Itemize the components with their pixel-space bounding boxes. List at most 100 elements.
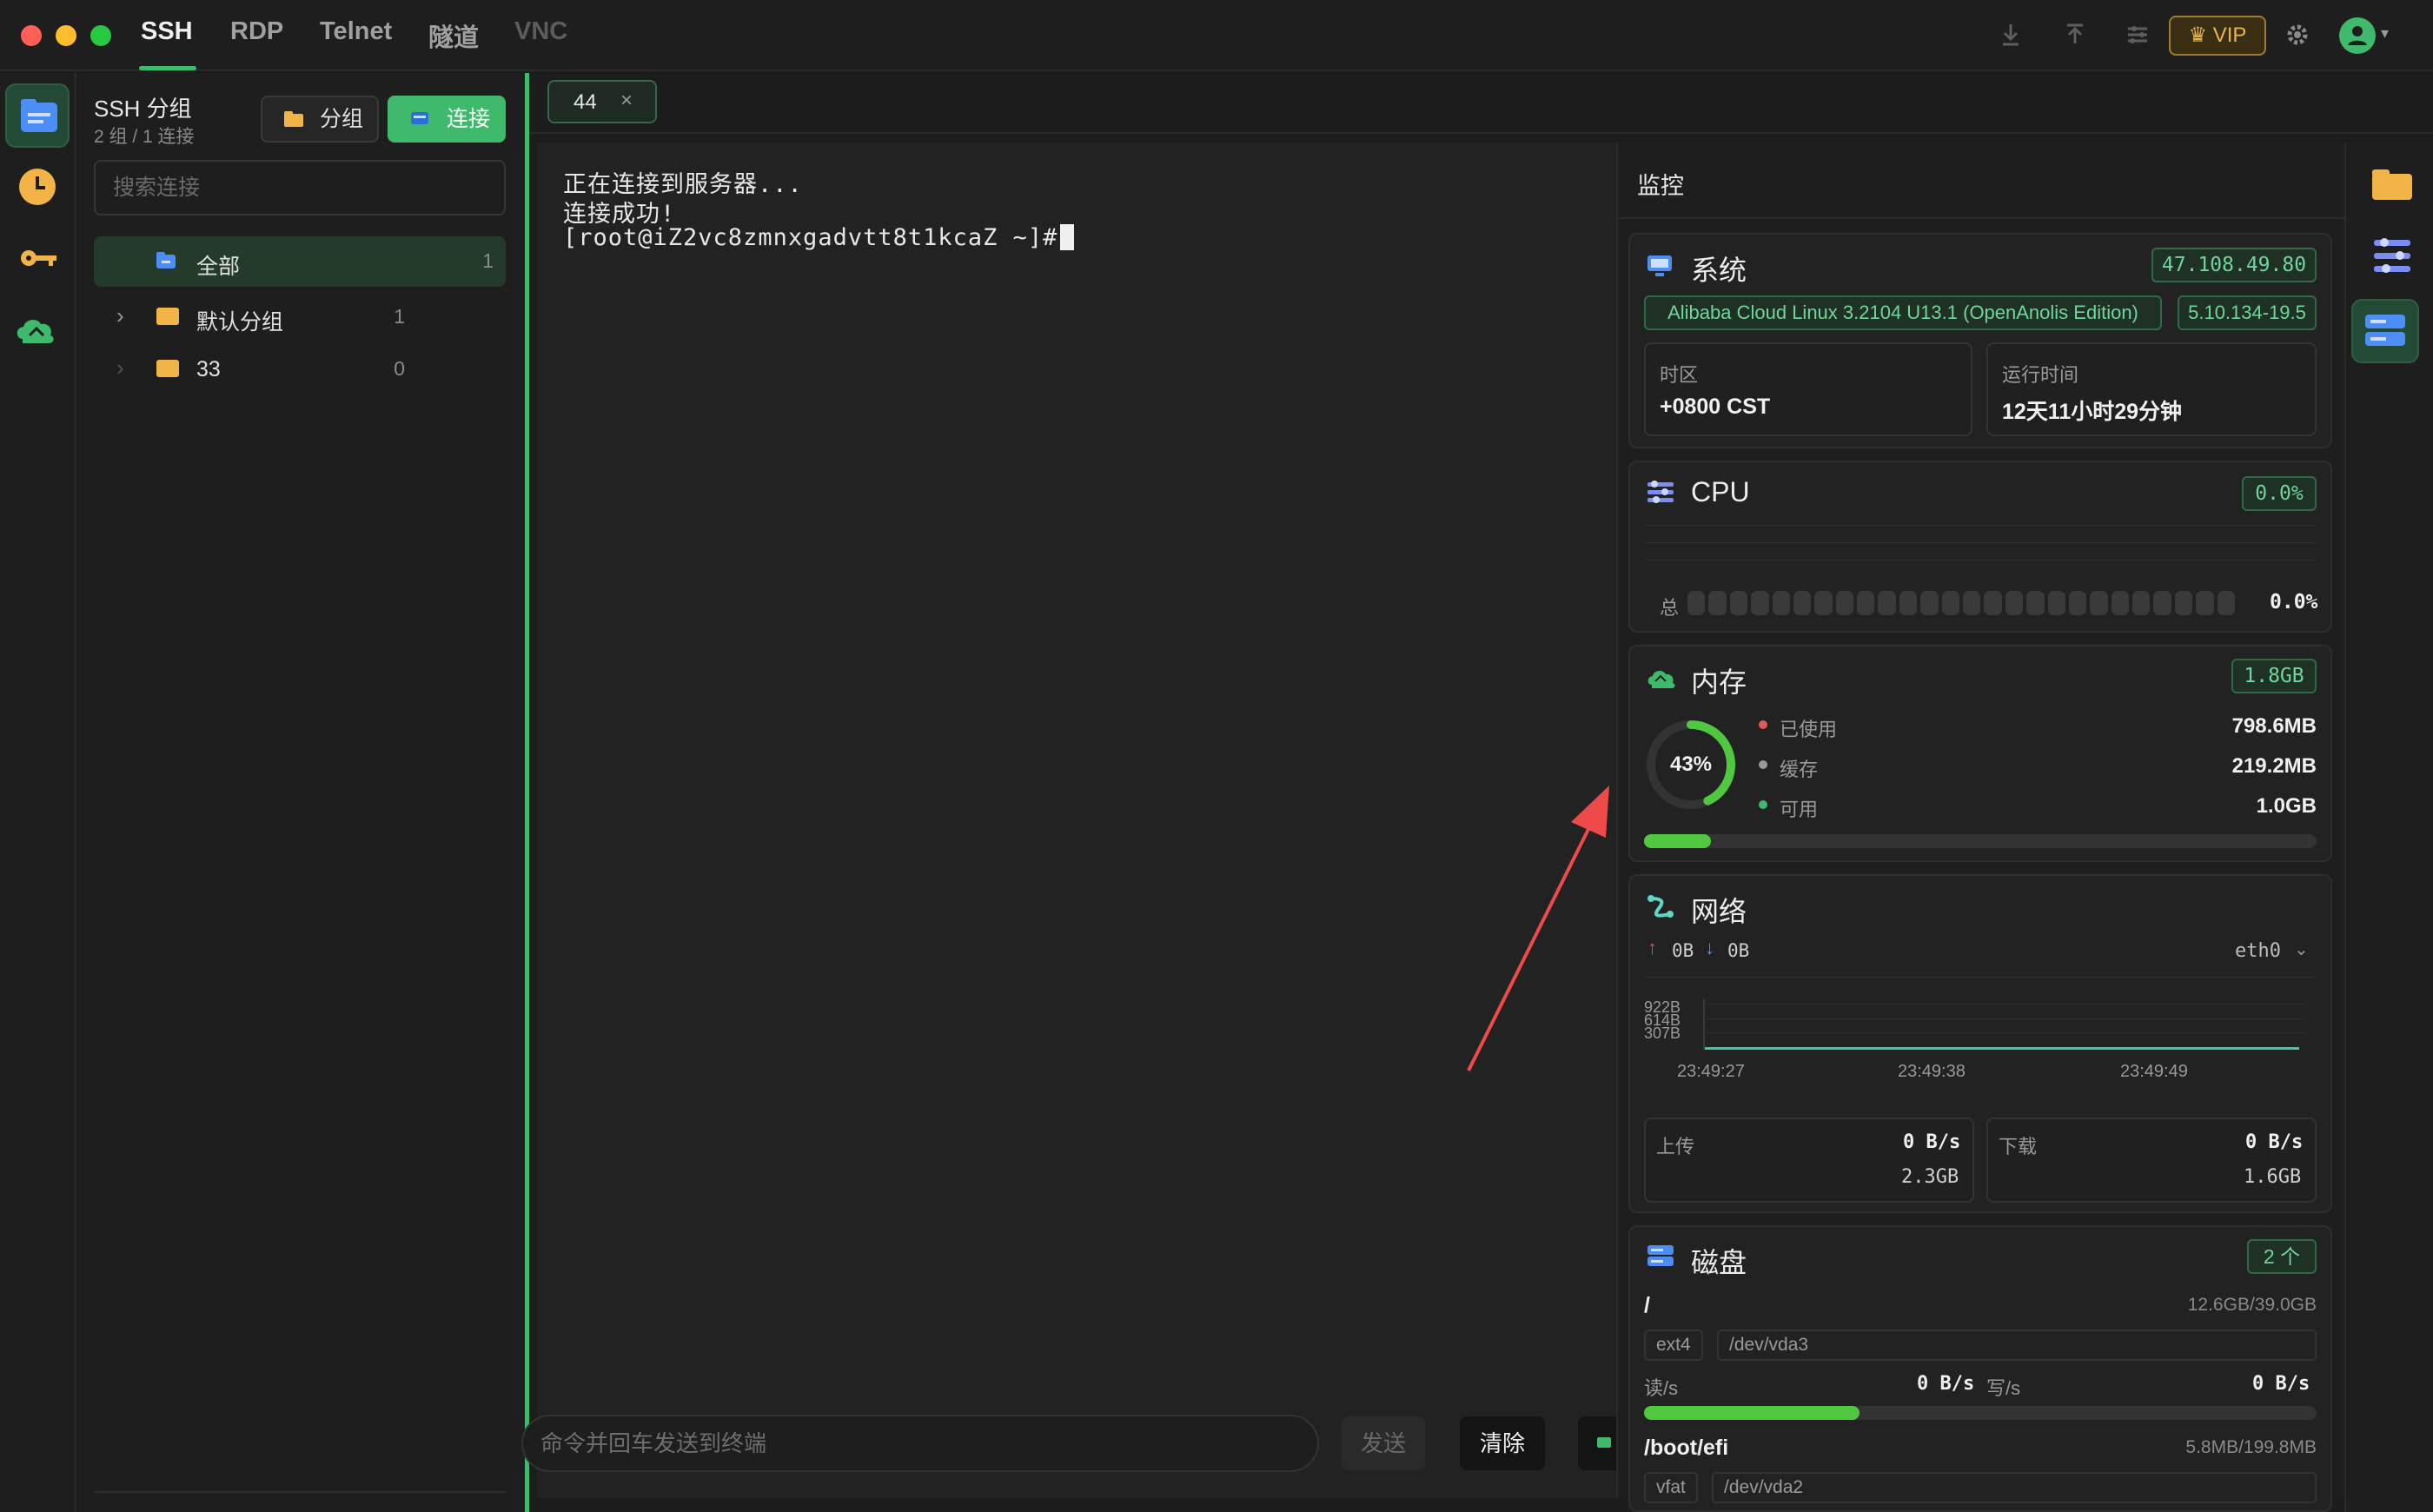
folder-icon	[2372, 169, 2412, 200]
rail-connections-button[interactable]	[5, 83, 70, 148]
cpu-meter-segment	[1835, 591, 1854, 615]
timezone-label: 时区	[1660, 364, 1699, 386]
cpu-meter-segment	[2047, 591, 2065, 615]
send-button[interactable]: 发送	[1342, 1416, 1425, 1470]
cpu-meter-segment	[2132, 591, 2151, 615]
cpu-meter-segment	[1984, 591, 2002, 615]
tab-ssh[interactable]: SSH	[141, 17, 193, 46]
upload-icon[interactable]	[2059, 19, 2091, 50]
memory-total-badge: 1.8GB	[2231, 659, 2317, 693]
disk-write-label: 写/s	[1986, 1377, 2021, 1399]
new-connection-button[interactable]: 连接	[388, 96, 506, 143]
os-badge: Alibaba Cloud Linux 3.2104 U13.1 (OpenAn…	[1644, 295, 2162, 330]
cpu-meter-segment	[1963, 591, 1981, 615]
disk-read-label: 读/s	[1644, 1377, 1679, 1399]
session-tab[interactable]	[547, 80, 657, 123]
screen-icon	[1597, 1437, 1611, 1448]
tab-vnc[interactable]: VNC	[514, 17, 567, 46]
cloud-sync-icon	[17, 319, 54, 343]
upload-label: 上传	[1656, 1136, 1695, 1157]
cpu-meter-segment	[1878, 591, 1896, 615]
server-connect-icon	[411, 112, 428, 124]
tree-item-default-group[interactable]: › 默认分组 1	[94, 292, 506, 342]
cpu-meter-segment	[2196, 591, 2214, 615]
cpu-meter-segment	[2068, 591, 2087, 615]
disk-mount: /	[1644, 1293, 1650, 1317]
close-window-button[interactable]	[21, 25, 42, 46]
y-tick-label: 307B	[1644, 1025, 1681, 1042]
monitor-screen-icon	[1647, 255, 1672, 276]
tree-item-label: 全部	[196, 255, 241, 279]
folder-all-icon	[156, 252, 176, 269]
traffic-series-line	[1705, 1047, 2299, 1050]
cpu-meter-segment	[1687, 591, 1706, 615]
minimize-window-button[interactable]	[56, 25, 76, 46]
cpu-meter-segment	[2217, 591, 2235, 615]
tree-item-group-33[interactable]: › 33 0	[94, 344, 506, 395]
cpu-sliders-icon	[1647, 481, 1674, 503]
device-tag: /dev/vda2	[1712, 1472, 2317, 1503]
folder-icon	[156, 360, 179, 377]
sliders-icon[interactable]	[2122, 19, 2153, 50]
close-tab-icon[interactable]: ×	[620, 89, 633, 113]
download-rate: 0 B/s	[2245, 1131, 2304, 1153]
tree-item-label: 默认分组	[196, 310, 284, 335]
chevron-down-icon[interactable]: ⌄	[2294, 938, 2309, 960]
disk-write-value: 0 B/s	[2252, 1373, 2310, 1395]
chevron-right-icon[interactable]: ›	[116, 302, 124, 329]
sftp-files-button[interactable]	[2360, 153, 2424, 217]
upload-box	[1644, 1117, 1974, 1203]
x-tick-label: 23:49:27	[1677, 1062, 1745, 1081]
user-avatar-icon[interactable]	[2339, 17, 2376, 54]
disk-read-value: 0 B/s	[1917, 1373, 1975, 1395]
clear-button[interactable]: 清除	[1460, 1416, 1545, 1470]
tree-item-count: 0	[394, 357, 405, 380]
search-connections-input[interactable]	[94, 160, 506, 216]
vip-label: VIP	[2212, 23, 2247, 47]
memory-percent-label: 43%	[1669, 753, 1713, 776]
monitor-tool-button[interactable]	[2351, 299, 2419, 363]
terminal-view[interactable]	[537, 143, 1616, 1498]
memory-cache-label: 缓存	[1780, 759, 1819, 780]
tab-tunnel[interactable]: 隧道	[428, 17, 479, 54]
download-total: 1.6GB	[2244, 1166, 2302, 1188]
panel-resize-handle[interactable]	[525, 73, 529, 1512]
terminal-cursor	[1060, 224, 1074, 250]
tree-item-count: 1	[394, 305, 405, 328]
tab-rdp[interactable]: RDP	[230, 17, 283, 46]
cpu-meter-segment	[2090, 591, 2108, 615]
interface-select[interactable]: eth0	[2235, 940, 2281, 962]
disk-usage-bar-fill	[1644, 1406, 1860, 1420]
network-title: 网络	[1691, 896, 1747, 927]
sliders-icon	[2374, 238, 2410, 273]
rail-sync-button[interactable]	[5, 297, 70, 361]
chevron-right-icon[interactable]: ›	[116, 355, 124, 381]
used-dot-icon	[1759, 720, 1767, 729]
chart-y-axis	[1703, 999, 1705, 1050]
memory-usage-bar-fill	[1644, 834, 1712, 848]
download-box	[1986, 1117, 2317, 1203]
cpu-meter-segment	[2111, 591, 2130, 615]
chevron-down-icon[interactable]: ▾	[2381, 24, 2389, 43]
cache-dot-icon	[1759, 760, 1767, 769]
more-button[interactable]	[1578, 1416, 1616, 1470]
download-icon[interactable]	[1995, 19, 2026, 50]
memory-free-value: 1.0GB	[2256, 794, 2317, 818]
cpu-meter-segment	[1751, 591, 1769, 615]
tab-telnet[interactable]: Telnet	[320, 17, 392, 46]
sliders-tool-button[interactable]	[2360, 224, 2424, 288]
add-group-button[interactable]: 分组	[261, 96, 379, 143]
rail-history-button[interactable]	[5, 155, 70, 219]
command-input[interactable]	[521, 1415, 1319, 1472]
cpu-total-label: 总	[1660, 597, 1680, 619]
cpu-meter-segment	[1793, 591, 1812, 615]
grid-line	[1644, 525, 2317, 526]
active-tab-indicator	[139, 66, 196, 70]
vip-button[interactable]: ♛ VIP	[2169, 16, 2266, 56]
tree-item-all[interactable]: 全部 1	[94, 236, 506, 287]
cpu-meter-segment	[1899, 591, 1918, 615]
ip-badge: 47.108.49.80	[2151, 248, 2317, 282]
maximize-window-button[interactable]	[90, 25, 111, 46]
rail-keys-button[interactable]	[5, 226, 70, 290]
settings-gear-icon[interactable]	[2282, 19, 2313, 50]
